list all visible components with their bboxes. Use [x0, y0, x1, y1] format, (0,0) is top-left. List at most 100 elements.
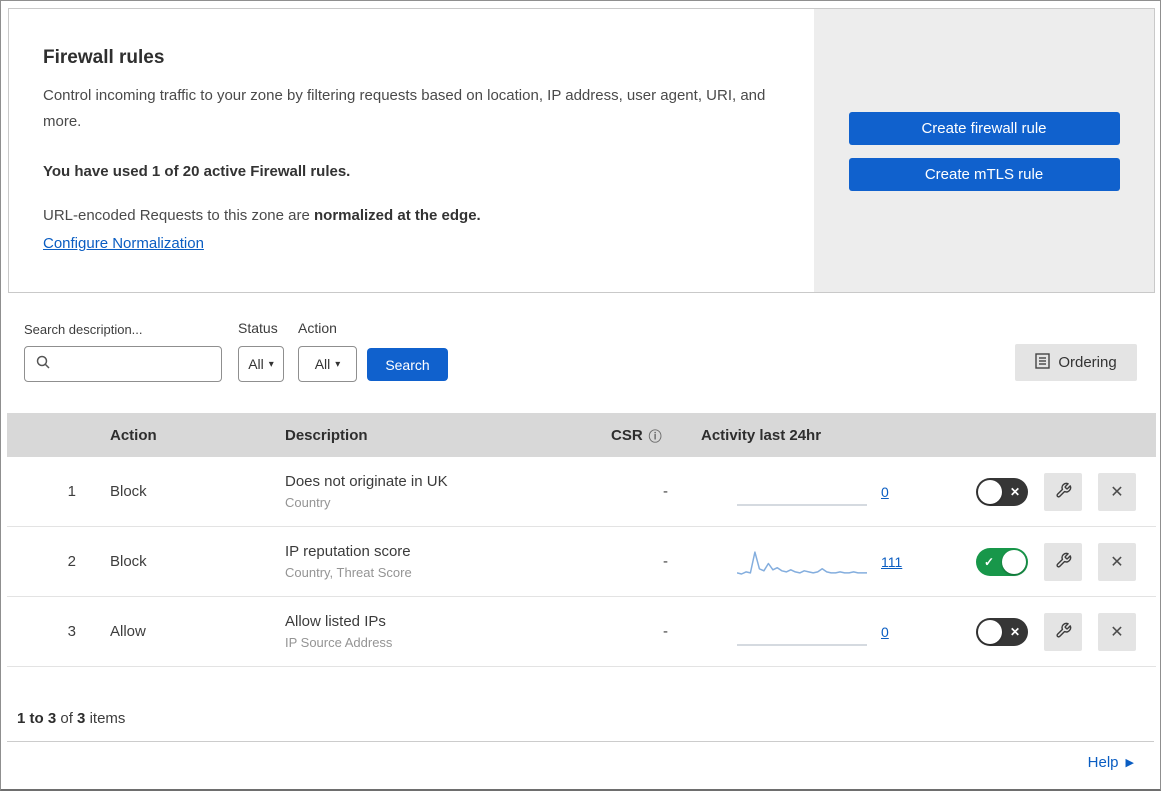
rule-controls: ✓ ✕ ✕: [931, 612, 1156, 651]
rule-criteria: IP Source Address: [285, 635, 393, 650]
ordering-icon: [1035, 352, 1051, 373]
close-icon: ✕: [1110, 623, 1124, 641]
wrench-icon: [1055, 552, 1072, 572]
rule-action: Block: [110, 483, 147, 500]
search-description-label: Search description...: [24, 322, 143, 337]
rule-action: Allow: [110, 623, 146, 640]
toggle-cross-icon: ✕: [1009, 484, 1021, 499]
close-icon: ✕: [1110, 483, 1124, 501]
chevron-down-icon: ▾: [335, 358, 341, 370]
delete-rule-button[interactable]: ✕: [1098, 542, 1136, 581]
wrench-icon: [1055, 622, 1072, 642]
status-filter-value: All: [248, 356, 264, 372]
action-filter-dropdown[interactable]: All ▾: [298, 346, 357, 382]
footer-divider: [7, 741, 1154, 742]
rule-criteria: Country: [285, 495, 331, 510]
firewall-rules-page: Firewall rules Control incoming traffic …: [0, 0, 1161, 791]
chevron-down-icon: ▾: [268, 358, 274, 370]
rules-table: Action Description CSR ⓘ Activity last 2…: [7, 413, 1156, 667]
rule-description-cell: IP reputation score Country, Threat Scor…: [285, 543, 611, 580]
edit-rule-button[interactable]: [1044, 542, 1082, 581]
rule-priority: 2: [67, 553, 76, 570]
table-row: 2 Block IP reputation score Country, Thr…: [7, 527, 1156, 597]
toggle-knob: [1002, 549, 1026, 574]
activity-sparkline: [736, 547, 867, 577]
search-button[interactable]: Search: [367, 348, 448, 381]
summary-total: 3: [77, 710, 86, 727]
page-title: Firewall rules: [43, 47, 165, 68]
header-action: Action: [110, 426, 157, 444]
rule-action: Block: [110, 553, 147, 570]
summary-of: of: [60, 710, 73, 727]
header-csr: CSR ⓘ: [611, 426, 701, 445]
toggle-knob: [978, 479, 1002, 504]
rule-csr-value: -: [663, 483, 668, 500]
info-icon[interactable]: ⓘ: [649, 426, 662, 445]
rule-csr-value: -: [663, 623, 668, 640]
action-filter-value: All: [314, 356, 331, 372]
rule-enabled-toggle[interactable]: ✓ ✕: [976, 547, 1028, 576]
rule-priority: 3: [67, 623, 76, 640]
ordering-button-label: Ordering: [1058, 354, 1117, 371]
page-description: Control incoming traffic to your zone by…: [43, 87, 766, 130]
rules-usage-text: You have used 1 of 20 active Firewall ru…: [43, 163, 351, 180]
rule-priority: 1: [67, 483, 76, 500]
rule-controls: ✓ ✕ ✕: [931, 542, 1156, 581]
configure-normalization-link[interactable]: Configure Normalization: [43, 235, 204, 252]
activity-sparkline: [737, 617, 867, 647]
summary-range: 1 to 3: [17, 710, 57, 727]
rule-description-cell: Does not originate in UK Country: [285, 473, 611, 510]
normalization-text: URL-encoded Requests to this zone are no…: [43, 207, 784, 224]
normalization-bold: normalized at the edge.: [314, 207, 481, 224]
rule-description: IP reputation score: [285, 543, 411, 560]
rule-description: Allow listed IPs: [285, 613, 386, 630]
search-field: [24, 346, 222, 382]
toggle-cross-icon: ✕: [1009, 624, 1021, 639]
summary-items: items: [89, 710, 126, 727]
rule-criteria: Country, Threat Score: [285, 565, 412, 580]
rule-controls: ✓ ✕ ✕: [931, 472, 1156, 511]
edit-rule-button[interactable]: [1044, 612, 1082, 651]
toggle-knob: [978, 619, 1002, 644]
create-rule-panel: Create firewall rule Create mTLS rule: [814, 9, 1154, 292]
rule-enabled-toggle[interactable]: ✓ ✕: [976, 477, 1028, 506]
activity-count-link[interactable]: 111: [881, 554, 902, 570]
edit-rule-button[interactable]: [1044, 472, 1082, 511]
help-arrow-icon: ▶: [1125, 757, 1134, 769]
rule-description-cell: Allow listed IPs IP Source Address: [285, 613, 611, 650]
header-description: Description: [285, 426, 368, 444]
close-icon: ✕: [1110, 553, 1124, 571]
table-header-row: Action Description CSR ⓘ Activity last 2…: [7, 413, 1156, 457]
search-input[interactable]: [59, 356, 221, 372]
table-row: 1 Block Does not originate in UK Country…: [7, 457, 1156, 527]
firewall-overview-card: Firewall rules Control incoming traffic …: [8, 8, 1155, 293]
delete-rule-button[interactable]: ✕: [1098, 472, 1136, 511]
help-link[interactable]: Help ▶: [1088, 754, 1134, 771]
normalization-prefix: URL-encoded Requests to this zone are: [43, 207, 310, 224]
pagination-summary: 1 to 3 of 3 items: [17, 710, 125, 727]
action-filter-label: Action: [298, 320, 337, 336]
header-activity: Activity last 24hr: [701, 426, 822, 444]
activity-count-link[interactable]: 0: [881, 484, 889, 500]
rule-description: Does not originate in UK: [285, 473, 448, 490]
status-filter-label: Status: [238, 320, 278, 336]
rule-enabled-toggle[interactable]: ✓ ✕: [976, 617, 1028, 646]
status-filter-dropdown[interactable]: All ▾: [238, 346, 284, 382]
create-firewall-rule-button[interactable]: Create firewall rule: [848, 112, 1120, 145]
rule-activity-cell: 111: [701, 547, 931, 577]
search-icon: [35, 354, 51, 375]
header-csr-label: CSR: [611, 426, 643, 444]
wrench-icon: [1055, 482, 1072, 502]
toggle-check-icon: ✓: [983, 554, 995, 569]
activity-sparkline: [737, 477, 867, 507]
firewall-overview-text: Firewall rules Control incoming traffic …: [9, 9, 814, 292]
rule-csr-value: -: [663, 553, 668, 570]
activity-count-link[interactable]: 0: [881, 624, 889, 640]
create-mtls-rule-button[interactable]: Create mTLS rule: [848, 158, 1120, 191]
rule-activity-cell: 0: [701, 617, 931, 647]
rule-activity-cell: 0: [701, 477, 931, 507]
ordering-button[interactable]: Ordering: [1015, 344, 1137, 381]
table-row: 3 Allow Allow listed IPs IP Source Addre…: [7, 597, 1156, 667]
help-link-label: Help: [1087, 754, 1119, 771]
delete-rule-button[interactable]: ✕: [1098, 612, 1136, 651]
